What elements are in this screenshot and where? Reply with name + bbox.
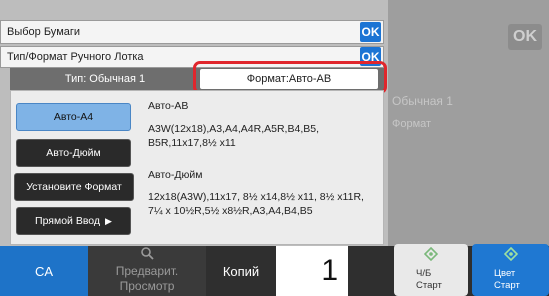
set-format-button[interactable]: Установите Формат [14, 173, 134, 201]
auto-ab-title: Авто-AB [148, 100, 189, 112]
start-diamond-icon [504, 247, 518, 261]
paper-select-title-bar: Выбор Бумаги [0, 20, 384, 44]
bw-start-line-2: Старт [416, 280, 442, 291]
color-start-button[interactable]: Цвет Старт [472, 244, 549, 296]
color-start-line-1: Цвет [494, 268, 516, 279]
start-diamond-icon [424, 247, 438, 261]
auto-ab-line-2: B5R,11x17,8½ x11 [148, 137, 236, 149]
preview-button[interactable]: Предварит. Просмотр [88, 246, 206, 296]
background-ok-button: OK [508, 24, 542, 50]
auto-inch-line-1: 12x18(A3W),11x17, 8½ x14,8½ x11, 8½ x11R… [148, 191, 364, 203]
auto-ab-line-1: A3W(12x18),A3,A4,A4R,A5R,B4,B5, [148, 123, 319, 135]
arrow-right-icon: ▶ [105, 215, 112, 226]
direct-input-label: Прямой Ввод [35, 215, 101, 227]
bw-start-line-1: Ч/Б [416, 268, 432, 279]
auto-inch-title: Авто-Дюйм [148, 169, 203, 181]
preview-label-line-1: Предварит. [115, 264, 179, 278]
copies-count-field[interactable]: 1 [276, 246, 348, 296]
auto-inch-line-2: 7¼ x 10½R,5½ x8½R,A3,A4,B4,B5 [148, 205, 313, 217]
paper-select-title: Выбор Бумаги [7, 26, 81, 38]
paper-select-ok-button[interactable]: OK [360, 22, 381, 42]
direct-input-button[interactable]: Прямой Ввод ▶ [16, 207, 131, 235]
clear-all-button[interactable]: CA [0, 246, 88, 296]
auto-inch-button[interactable]: Авто-Дюйм [16, 139, 131, 167]
background-type-text: Обычная 1 [392, 94, 453, 108]
auto-a4-button[interactable]: Авто-A4 [16, 103, 131, 131]
bypass-tray-title: Тип/Формат Ручного Лотка [7, 51, 144, 63]
magnifier-icon [141, 247, 154, 260]
tab-type[interactable]: Тип: Обычная 1 [20, 68, 190, 90]
bw-start-button[interactable]: Ч/Б Старт [394, 244, 468, 296]
preview-label-line-2: Просмотр [119, 279, 175, 293]
background-format-text: Формат [392, 118, 432, 130]
color-start-line-2: Старт [494, 280, 520, 291]
copies-label: Копий [206, 246, 276, 296]
